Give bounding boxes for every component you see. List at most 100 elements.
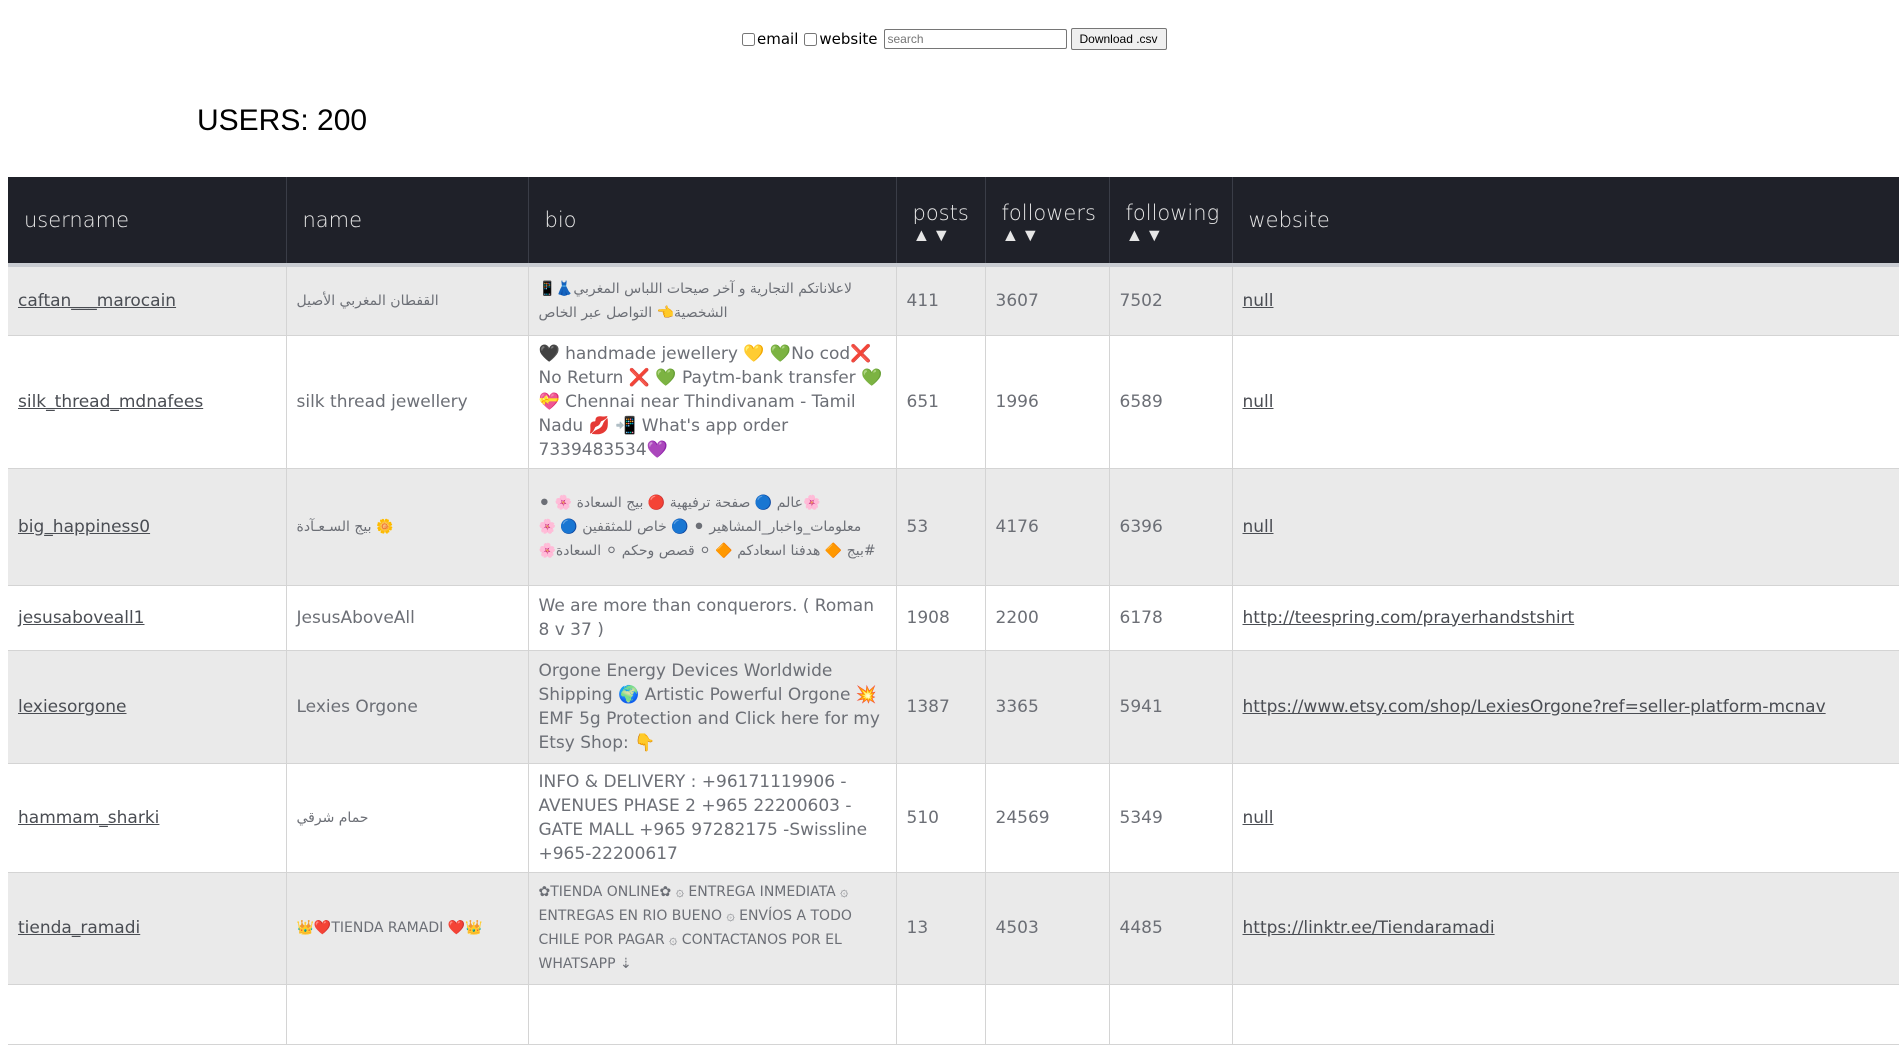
posts-cell: 1908 [896,585,986,651]
email-checkbox-label: email [757,30,799,48]
username-cell: big_happiness0 [8,468,287,586]
sort-arrows-icon[interactable]: ▲▼ [1002,226,1093,246]
followers-cell: 24569 [985,763,1110,873]
name-cell: بيج السـعـآدة 🌼 [286,468,529,586]
username-link[interactable]: caftan___marocain [18,291,176,311]
name-cell: حمام شرقي [286,763,529,873]
bio-cell: ✿TIENDA ONLINE✿ ۞ ENTREGA INMEDIATA ۞ EN… [528,872,897,985]
username-link[interactable]: tienda_ramadi [18,918,140,938]
bio-cell: Orgone Energy Devices Worldwide Shipping… [528,650,897,764]
followers-cell [985,984,1110,1045]
username-link[interactable]: hammam_sharki [18,808,159,828]
following-cell: 6178 [1109,585,1233,651]
table-row: hammam_sharki حمام شرقي INFO & DELIVERY … [8,763,1899,873]
website-link[interactable]: null [1243,517,1274,537]
name-cell: القفطان المغربي الأصيل [286,265,529,336]
table-row [8,984,1899,1045]
header-followers: followers ▲▼ [985,177,1110,267]
followers-cell: 3607 [985,265,1110,336]
posts-cell [896,984,986,1045]
username-cell: tienda_ramadi [8,872,287,985]
email-filter[interactable]: email [742,30,798,48]
filter-toolbar: email website Download .csv [742,27,1167,51]
following-cell: 7502 [1109,265,1233,336]
followers-cell: 3365 [985,650,1110,764]
posts-cell: 13 [896,872,986,985]
username-cell: jesusaboveall1 [8,585,287,651]
website-link[interactable]: null [1243,291,1274,311]
sort-arrows-icon[interactable]: ▲▼ [913,226,969,246]
table-row: lexiesorgone Lexies Orgone Orgone Energy… [8,650,1899,764]
followers-cell: 4503 [985,872,1110,985]
header-following: following ▲▼ [1109,177,1233,267]
website-cell: https://www.etsy.com/shop/LexiesOrgone?r… [1232,650,1899,764]
header-following-label: following [1125,201,1220,225]
website-link[interactable]: https://linktr.ee/Tiendaramadi [1243,918,1495,938]
name-cell: 👑❤️TIENDA RAMADI ❤️👑 [286,872,529,985]
username-cell: caftan___marocain [8,265,287,336]
header-posts-label: posts [912,201,969,225]
name-cell: Lexies Orgone [286,650,529,764]
username-link[interactable]: silk_thread_mdnafees [18,392,203,412]
search-input[interactable] [883,29,1067,49]
table-row: jesusaboveall1 JesusAboveAll We are more… [8,585,1899,651]
website-cell: https://linktr.ee/Tiendaramadi [1232,872,1899,985]
website-checkbox[interactable] [804,32,818,46]
username-cell: silk_thread_mdnafees [8,335,287,469]
website-cell: null [1232,468,1899,586]
posts-cell: 651 [896,335,986,469]
header-followers-label: followers [1001,201,1096,225]
website-cell: http://teespring.com/prayerhandstshirt [1232,585,1899,651]
users-table: username name bio posts ▲▼ followers ▲▼ … [8,177,1899,1045]
table-row: big_happiness0 بيج السـعـآدة 🌼 🌸عالم 🔵 ص… [8,468,1899,586]
sort-arrows-icon[interactable]: ▲▼ [1126,226,1216,246]
posts-cell: 510 [896,763,986,873]
header-bio: bio [528,177,897,267]
username-link[interactable]: lexiesorgone [18,697,127,717]
following-cell [1109,984,1233,1045]
website-link[interactable]: null [1243,392,1274,412]
website-cell [1232,984,1899,1045]
bio-cell: لاعلاناتكم التجارية و آخر صيحات اللباس ا… [528,265,897,336]
download-csv-button[interactable]: Download .csv [1070,28,1167,50]
posts-cell: 411 [896,265,986,336]
username-link[interactable]: jesusaboveall1 [18,608,144,628]
table-header-row: username name bio posts ▲▼ followers ▲▼ … [8,177,1899,267]
following-cell: 4485 [1109,872,1233,985]
table-row: caftan___marocain القفطان المغربي الأصيل… [8,265,1899,336]
bio-cell: 🌸عالم 🔵 صفحة ترفيهية 🔴 بيج السعادة 🌸 ⚫ م… [528,468,897,586]
followers-cell: 1996 [985,335,1110,469]
header-username: username [8,177,287,267]
following-cell: 5349 [1109,763,1233,873]
website-filter[interactable]: website [804,30,878,48]
bio-cell: INFO & DELIVERY : +96171119906 - AVENUES… [528,763,897,873]
username-cell: hammam_sharki [8,763,287,873]
following-cell: 5941 [1109,650,1233,764]
users-count: USERS: 200 [197,104,368,137]
following-cell: 6589 [1109,335,1233,469]
followers-cell: 4176 [985,468,1110,586]
name-cell: silk thread jewellery [286,335,529,469]
followers-cell: 2200 [985,585,1110,651]
bio-cell [528,984,897,1045]
bio-cell: We are more than conquerors. ( Roman 8 v… [528,585,897,651]
username-link[interactable]: big_happiness0 [18,517,150,537]
name-cell [286,984,529,1045]
name-cell: JesusAboveAll [286,585,529,651]
email-checkbox[interactable] [742,32,755,46]
header-website: website [1232,177,1899,267]
website-link[interactable]: https://www.etsy.com/shop/LexiesOrgone?r… [1243,697,1826,717]
header-name: name [286,177,529,267]
username-cell: lexiesorgone [8,650,287,764]
website-cell: null [1232,763,1899,873]
website-cell: null [1232,265,1899,336]
website-link[interactable]: http://teespring.com/prayerhandstshirt [1243,608,1575,628]
header-posts: posts ▲▼ [896,177,986,267]
username-cell [8,984,287,1045]
bio-cell: 🖤 handmade jewellery 💛 💚No cod❌ No Retur… [528,335,897,469]
table-row: silk_thread_mdnafees silk thread jewelle… [8,335,1899,469]
website-checkbox-label: website [819,30,878,48]
following-cell: 6396 [1109,468,1233,586]
website-link[interactable]: null [1243,808,1274,828]
table-row: tienda_ramadi 👑❤️TIENDA RAMADI ❤️👑 ✿TIEN… [8,872,1899,985]
